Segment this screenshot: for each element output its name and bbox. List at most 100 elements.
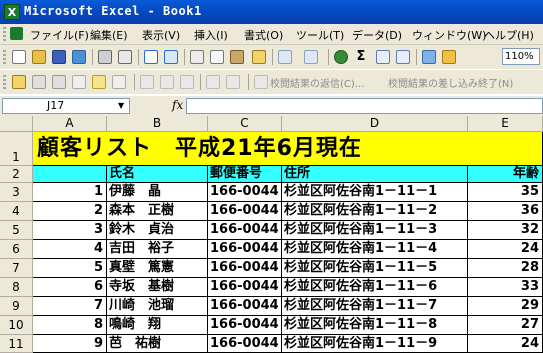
research-icon[interactable] [164, 50, 178, 64]
record-age-cell[interactable]: 33 [468, 278, 543, 297]
menu-view[interactable]: 表示(V) [142, 27, 180, 43]
print-preview-icon[interactable] [118, 50, 132, 64]
record-name-cell[interactable]: 鈴木 貞治 [107, 221, 208, 240]
record-no-cell[interactable]: 3 [33, 221, 107, 240]
column-header-c[interactable]: C [208, 116, 282, 132]
record-address-cell[interactable]: 杉並区阿佐谷南1－11－6 [282, 278, 468, 297]
record-postal-cell[interactable]: 166-0044 [208, 221, 282, 240]
record-postal-cell[interactable]: 166-0044 [208, 202, 282, 221]
open-folder-icon[interactable] [32, 50, 46, 64]
record-name-cell[interactable]: 鳴崎 翔 [107, 316, 208, 335]
record-age-cell[interactable]: 27 [468, 316, 543, 335]
record-address-cell[interactable]: 杉並区阿佐谷南1－11－2 [282, 202, 468, 221]
redo-icon[interactable] [304, 50, 318, 64]
record-postal-cell[interactable]: 166-0044 [208, 240, 282, 259]
menu-format[interactable]: 書式(O) [244, 27, 283, 43]
reject-change-icon[interactable] [180, 75, 194, 89]
accept-change-icon[interactable] [160, 75, 174, 89]
menu-window[interactable]: ウィンドウ(W) [412, 27, 486, 43]
menu-help[interactable]: ヘルプ(H) [484, 27, 534, 43]
menu-edit[interactable]: 編集(E) [90, 27, 128, 43]
header-age-cell[interactable]: 年齢 [468, 166, 543, 183]
row-header-4[interactable]: 4 [0, 202, 33, 221]
ink-annotation-icon[interactable] [206, 75, 220, 89]
record-age-cell[interactable]: 24 [468, 240, 543, 259]
record-no-cell[interactable]: 6 [33, 278, 107, 297]
header-name-cell[interactable]: 氏名 [107, 166, 208, 183]
row-header-5[interactable]: 5 [0, 221, 33, 240]
row-header-8[interactable]: 8 [0, 278, 33, 297]
cut-icon[interactable] [190, 50, 204, 64]
column-header-b[interactable]: B [107, 116, 208, 132]
previous-comment-icon[interactable] [32, 75, 46, 89]
toolbar-grip[interactable] [3, 75, 6, 89]
record-no-cell[interactable]: 4 [33, 240, 107, 259]
drawing-icon[interactable] [442, 50, 456, 64]
next-comment-icon[interactable] [52, 75, 66, 89]
record-age-cell[interactable]: 35 [468, 183, 543, 202]
record-no-cell[interactable]: 7 [33, 297, 107, 316]
autosum-icon[interactable]: Σ [354, 50, 368, 64]
record-no-cell[interactable]: 5 [33, 259, 107, 278]
save-icon[interactable] [52, 50, 66, 64]
reply-with-changes-button[interactable]: 校閲結果の返信(C)... [270, 75, 364, 90]
delete-comment-icon[interactable] [112, 75, 126, 89]
name-box-dropdown-icon[interactable]: ▼ [118, 101, 124, 110]
record-address-cell[interactable]: 杉並区阿佐谷南1－11－4 [282, 240, 468, 259]
record-name-cell[interactable]: 川崎 池瑠 [107, 297, 208, 316]
record-address-cell[interactable]: 杉並区阿佐谷南1－11－9 [282, 335, 468, 353]
record-age-cell[interactable]: 36 [468, 202, 543, 221]
record-age-cell[interactable]: 29 [468, 297, 543, 316]
record-postal-cell[interactable]: 166-0044 [208, 316, 282, 335]
new-document-icon[interactable] [12, 50, 26, 64]
record-no-cell[interactable]: 2 [33, 202, 107, 221]
menu-tools[interactable]: ツール(T) [296, 27, 344, 43]
header-cell-a[interactable] [33, 166, 107, 183]
undo-icon[interactable] [278, 50, 292, 64]
show-comment-icon[interactable] [72, 75, 86, 89]
row-header-9[interactable]: 9 [0, 297, 33, 316]
record-name-cell[interactable]: 吉田 裕子 [107, 240, 208, 259]
print-icon[interactable] [98, 50, 112, 64]
row-header-2[interactable]: 2 [0, 166, 33, 183]
menu-insert[interactable]: 挿入(I) [194, 27, 228, 43]
row-header-10[interactable]: 10 [0, 316, 33, 335]
record-postal-cell[interactable]: 166-0044 [208, 183, 282, 202]
record-age-cell[interactable]: 32 [468, 221, 543, 240]
toolbar-grip[interactable] [3, 50, 6, 64]
row-header-6[interactable]: 6 [0, 240, 33, 259]
record-address-cell[interactable]: 杉並区阿佐谷南1－11－5 [282, 259, 468, 278]
hyperlink-icon[interactable] [334, 50, 348, 64]
sort-ascending-icon[interactable] [376, 50, 390, 64]
record-postal-cell[interactable]: 166-0044 [208, 259, 282, 278]
record-name-cell[interactable]: 真壁 篤憲 [107, 259, 208, 278]
record-age-cell[interactable]: 28 [468, 259, 543, 278]
record-address-cell[interactable]: 杉並区阿佐谷南1－11－3 [282, 221, 468, 240]
formula-input[interactable] [186, 98, 543, 114]
select-all-button[interactable] [0, 116, 33, 132]
paste-icon[interactable] [230, 50, 244, 64]
record-no-cell[interactable]: 8 [33, 316, 107, 335]
record-no-cell[interactable]: 9 [33, 335, 107, 353]
record-name-cell[interactable]: 芭 祐樹 [107, 335, 208, 353]
chart-wizard-icon[interactable] [422, 50, 436, 64]
track-changes-icon[interactable] [140, 75, 154, 89]
record-address-cell[interactable]: 杉並区阿佐谷南1－11－8 [282, 316, 468, 335]
row-header-11[interactable]: 11 [0, 335, 33, 353]
name-box[interactable]: J17 [2, 98, 130, 114]
sort-descending-icon[interactable] [396, 50, 410, 64]
menu-data[interactable]: データ(D) [352, 27, 402, 43]
sheet-title-cell[interactable]: 顧客リスト 平成21年6月現在 [33, 132, 543, 166]
column-header-e[interactable]: E [468, 116, 543, 132]
column-header-d[interactable]: D [282, 116, 468, 132]
new-comment-icon[interactable] [12, 75, 26, 89]
show-all-comments-icon[interactable] [92, 75, 106, 89]
excel-icon[interactable]: X [4, 4, 20, 20]
record-address-cell[interactable]: 杉並区阿佐谷南1－11－7 [282, 297, 468, 316]
column-header-a[interactable]: A [33, 116, 107, 132]
record-postal-cell[interactable]: 166-0044 [208, 297, 282, 316]
record-name-cell[interactable]: 森本 正樹 [107, 202, 208, 221]
menu-file[interactable]: ファイル(F) [30, 27, 89, 43]
record-postal-cell[interactable]: 166-0044 [208, 278, 282, 297]
record-name-cell[interactable]: 寺坂 基樹 [107, 278, 208, 297]
